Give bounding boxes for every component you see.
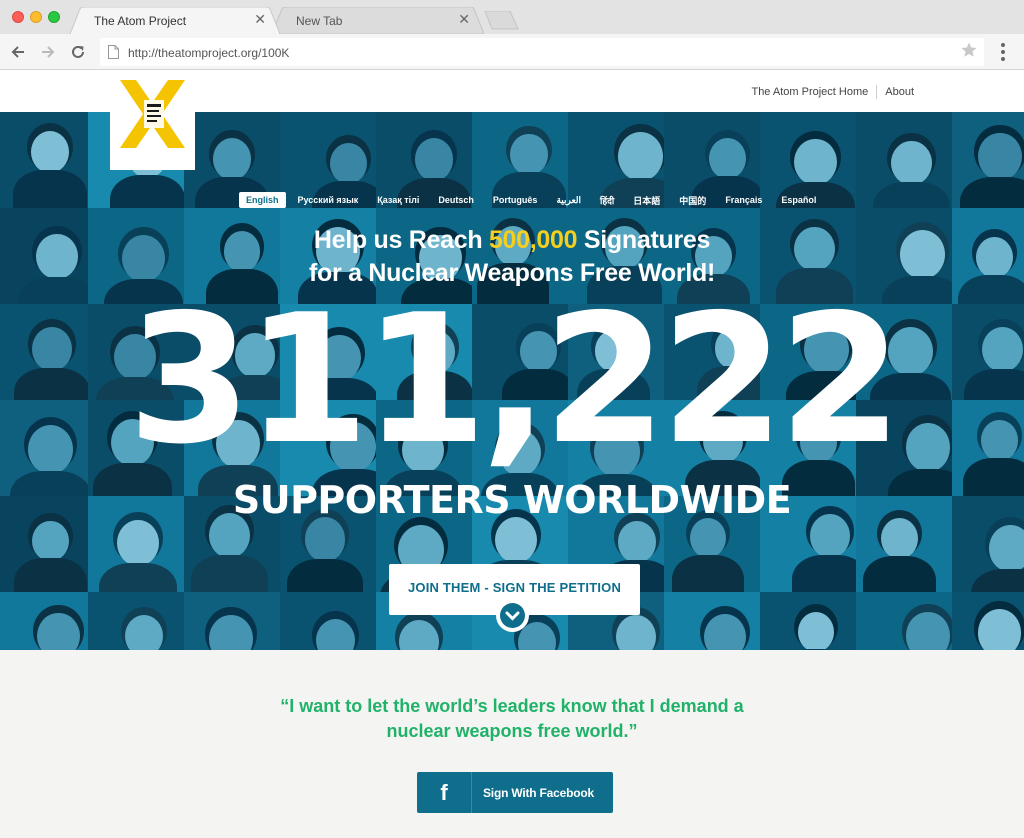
headline-line-1: Help us Reach 500,000 Signatures xyxy=(0,226,1024,255)
browser-menu-icon[interactable] xyxy=(1000,43,1006,61)
tab-title: The Atom Project xyxy=(94,14,187,28)
tab-title: New Tab xyxy=(296,14,343,28)
language-option[interactable]: हिंदी xyxy=(600,194,614,207)
language-option[interactable]: English xyxy=(239,192,286,208)
language-option[interactable]: Português xyxy=(493,195,538,205)
close-tab-icon[interactable]: ✕ xyxy=(254,11,266,28)
facebook-icon: f xyxy=(417,772,472,813)
quote-line-2: nuclear weapons free world.” xyxy=(386,721,638,741)
minimize-window-button[interactable] xyxy=(30,11,42,23)
nav-link-home[interactable]: The Atom Project Home xyxy=(751,86,868,100)
signature-count: 311,222 xyxy=(127,276,903,483)
headline-goal: 500,000 xyxy=(488,226,578,254)
language-selector: English Русский язык Қазақ тілі Deutsch Port… xyxy=(239,192,835,208)
back-arrow-icon xyxy=(11,46,24,58)
bookmark-star-icon[interactable] xyxy=(960,41,978,59)
language-option[interactable]: Français xyxy=(725,195,762,205)
quote-line-1: “I want to let the world’s leaders know … xyxy=(280,696,744,716)
petition-section: “I want to let the world’s leaders know … xyxy=(0,650,1024,838)
facebook-button-label: Sign With Facebook xyxy=(483,786,594,800)
tab-strip: The Atom Project ✕ New Tab ✕ xyxy=(0,0,1024,34)
headline-suffix: Signatures xyxy=(583,226,711,254)
address-bar[interactable]: http://theatomproject.org/100K xyxy=(100,38,984,66)
supporters-label: SUPPORTERS WORLDWIDE xyxy=(232,478,792,522)
maximize-window-button[interactable] xyxy=(48,11,60,23)
new-tab-button[interactable] xyxy=(480,11,520,30)
reload-icon xyxy=(72,45,84,58)
chevron-down-circle xyxy=(500,603,525,628)
page-icon xyxy=(108,45,119,59)
headline-prefix: Help us Reach xyxy=(313,226,483,254)
language-option[interactable]: Español xyxy=(781,195,816,205)
logo-x-mark xyxy=(120,80,185,148)
url-text: http://theatomproject.org/100K xyxy=(128,46,290,60)
tab-the-atom-project[interactable]: The Atom Project ✕ xyxy=(70,7,280,34)
language-option[interactable]: 日本語 xyxy=(633,194,660,207)
forward-arrow-icon xyxy=(42,46,55,58)
nav-link-about[interactable]: About xyxy=(885,86,914,100)
scroll-down-button[interactable] xyxy=(496,599,529,632)
petition-quote: “I want to let the world’s leaders know … xyxy=(0,694,1024,744)
language-option[interactable]: Русский язык xyxy=(298,195,359,205)
sign-petition-label: JOIN THEM - SIGN THE PETITION xyxy=(407,580,622,595)
nav-divider xyxy=(876,85,878,99)
site-nav: The Atom Project Home About xyxy=(751,85,914,100)
language-option[interactable]: العربية xyxy=(556,195,581,206)
forward-button[interactable] xyxy=(38,42,58,62)
close-tab-icon[interactable]: ✕ xyxy=(458,11,470,28)
language-option[interactable]: Қазақ тілі xyxy=(377,195,419,205)
close-window-button[interactable] xyxy=(12,11,24,23)
chevron-down-icon xyxy=(505,611,520,621)
reload-button[interactable] xyxy=(68,42,88,62)
sign-with-facebook-button[interactable]: f Sign With Facebook xyxy=(417,772,613,813)
atom-project-logo[interactable] xyxy=(110,70,195,170)
browser-chrome: The Atom Project ✕ New Tab ✕ http://thea… xyxy=(0,0,1024,70)
tab-new-tab[interactable]: New Tab ✕ xyxy=(272,7,484,34)
language-option[interactable]: 中国的 xyxy=(679,194,706,207)
back-button[interactable] xyxy=(8,42,28,62)
hero-section: English Русский язык Қазақ тілі Deutsch Port… xyxy=(0,112,1024,650)
language-option[interactable]: Deutsch xyxy=(438,195,474,205)
browser-toolbar: http://theatomproject.org/100K xyxy=(0,34,1024,70)
